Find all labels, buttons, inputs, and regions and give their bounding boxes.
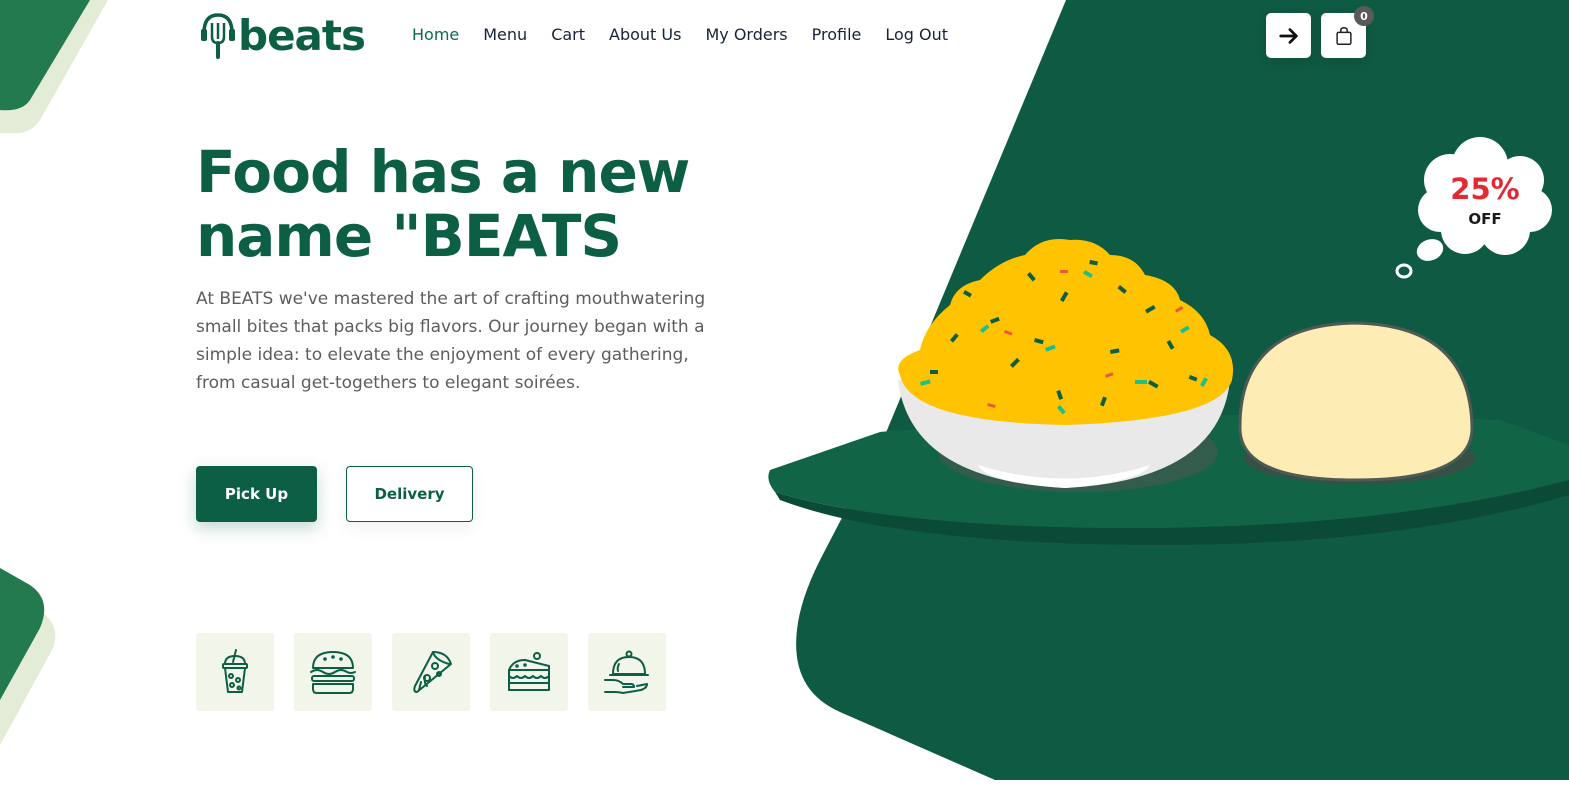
cart-button[interactable]: 0 [1321, 6, 1374, 58]
category-catering[interactable] [588, 633, 666, 711]
nav-cart[interactable]: Cart [551, 24, 585, 46]
category-pizza[interactable] [392, 633, 470, 711]
food-illustration [898, 239, 1476, 492]
fork-headphones-icon [201, 13, 235, 59]
serving-cloche-icon [604, 650, 649, 694]
hero-description: At BEATS we've mastered the art of craft… [196, 289, 706, 393]
hero-title-line-2: name "BEATS [196, 202, 622, 270]
hero-title-line-1: Food has a new [196, 138, 690, 206]
pick-up-button[interactable]: Pick Up [196, 466, 317, 522]
login-button[interactable] [1266, 13, 1311, 58]
brand-name: beats [238, 11, 366, 60]
hero-title: Food has a new name "BEATS [196, 140, 756, 268]
brand-logo[interactable]: beats [200, 10, 366, 62]
promo-off-label: OFF [1468, 210, 1502, 228]
nav-menu[interactable]: Menu [483, 24, 527, 46]
drink-icon [222, 649, 248, 693]
category-list [196, 633, 666, 711]
nav-about-us[interactable]: About Us [609, 24, 681, 46]
nav-home[interactable]: Home [412, 24, 459, 46]
burger-icon [310, 651, 356, 694]
page: 25% OFF beats Home Menu Cart About Us My… [0, 0, 1569, 810]
nav-my-orders[interactable]: My Orders [705, 24, 787, 46]
arrow-right-icon [1278, 27, 1298, 44]
delivery-button[interactable]: Delivery [346, 466, 473, 522]
category-drink[interactable] [196, 633, 274, 711]
cake-icon [508, 652, 550, 691]
bun [1238, 321, 1474, 482]
promo-percent: 25% [1450, 172, 1520, 206]
shopping-bag-icon [1335, 26, 1352, 45]
pizza-icon [413, 651, 452, 693]
nav-log-out[interactable]: Log Out [885, 24, 948, 46]
cart-count-badge: 0 [1354, 6, 1374, 26]
nav-profile[interactable]: Profile [812, 24, 862, 46]
main-nav: Home Menu Cart About Us My Orders Profil… [412, 24, 972, 46]
category-burger[interactable] [294, 633, 372, 711]
category-cake[interactable] [490, 633, 568, 711]
